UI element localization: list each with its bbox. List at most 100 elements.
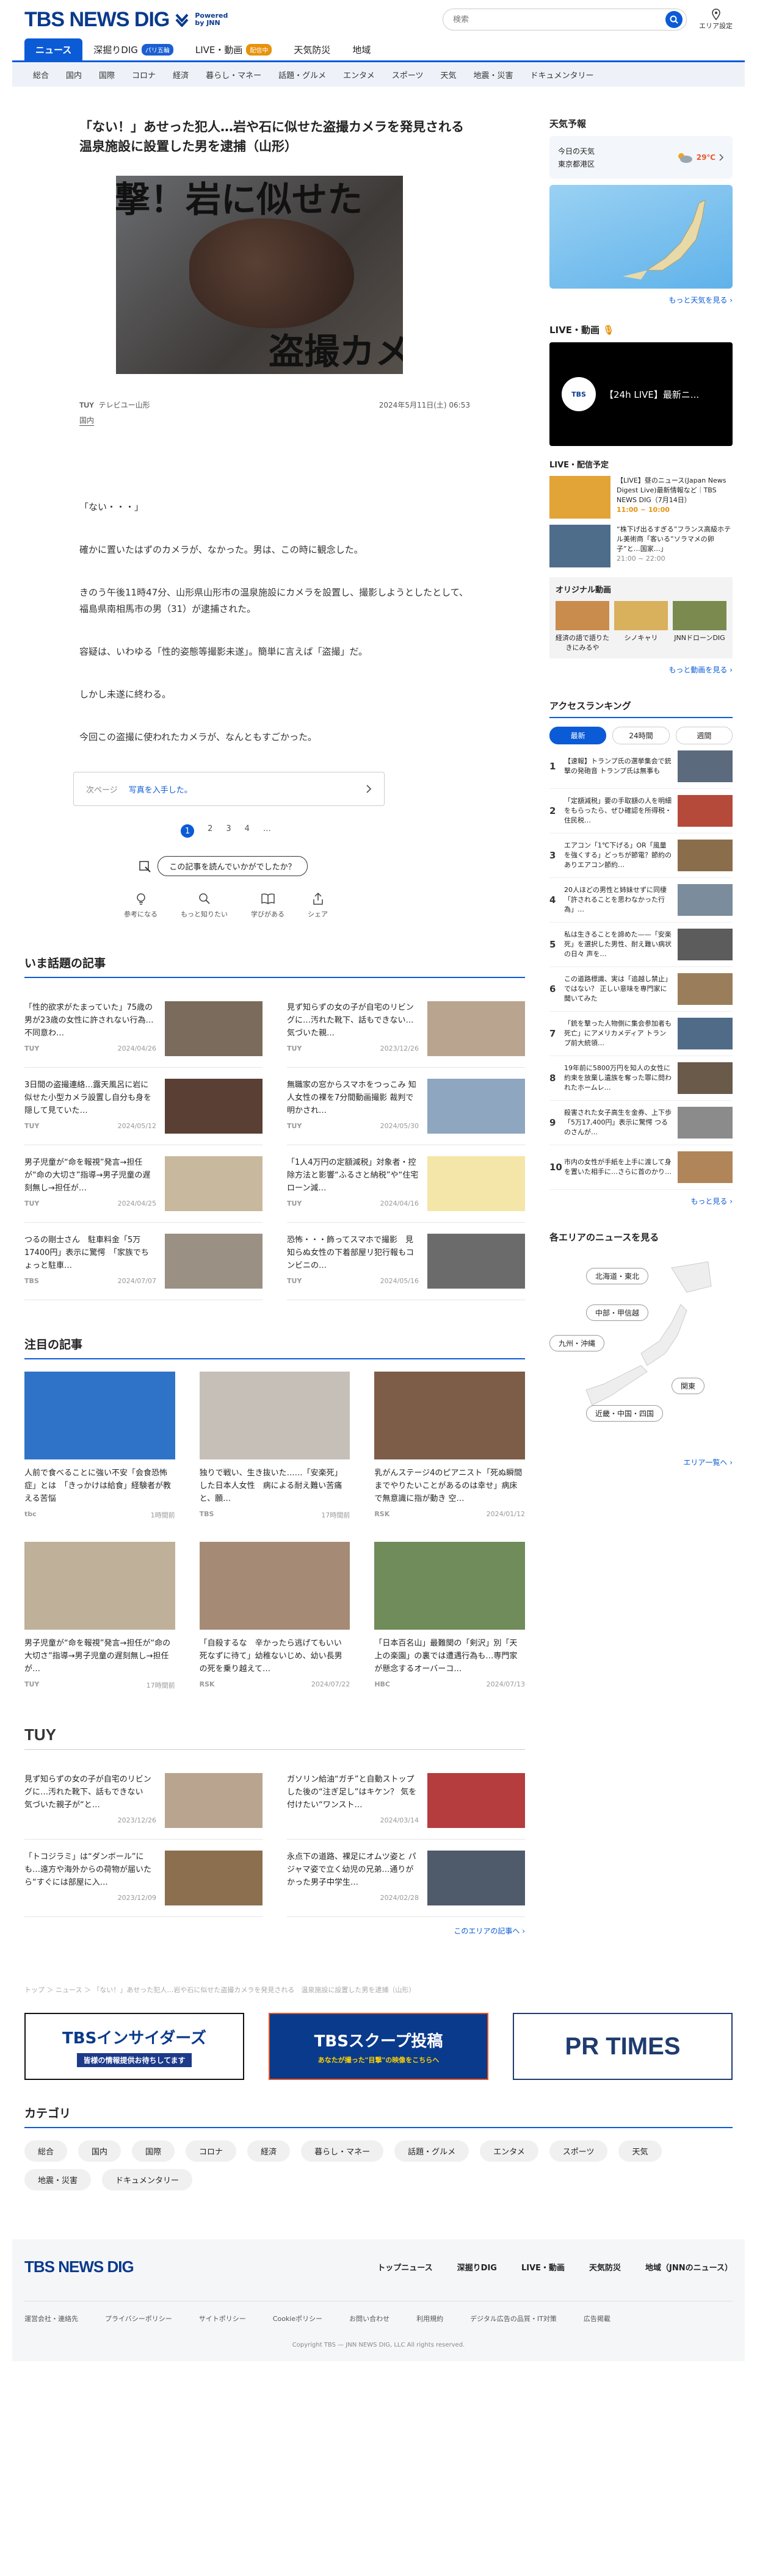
area-hokkaido-tohoku[interactable]: 北海道・東北 <box>586 1268 649 1284</box>
reaction-helpful[interactable]: 参考になる <box>124 892 158 919</box>
featured-card[interactable]: 「自殺するな 辛かったら逃げてもいい 死なずに待て」幼稚ないじめ、幼い長男の死を… <box>199 1542 350 1690</box>
nav-region[interactable]: 地域 <box>341 38 382 62</box>
ad-insiders[interactable]: TBSインサイダーズ 皆様の情報提供お待ちしてます <box>24 2013 244 2080</box>
category-chip[interactable]: 国際 <box>132 2140 175 2162</box>
footer-link[interactable]: 利用規約 <box>416 2314 443 2323</box>
footer-link[interactable]: 広告掲載 <box>584 2314 610 2323</box>
topic-card[interactable]: 3日間の盗撮連絡…露天風呂に岩に似せた小型カメラ設置し自分も身を隠して見ていた…… <box>24 1068 263 1145</box>
live-item[interactable]: 【LIVE】昼のニュース(Japan News Digest Live)最新情報… <box>549 476 733 519</box>
footer-link[interactable]: 運営会社・連絡先 <box>24 2314 78 2323</box>
local-card[interactable]: ガソリン給油“ガチ”と自動ストップした後の“注ぎ足し”はキケン？ 気を付けたい“… <box>287 1762 525 1840</box>
footer-link[interactable]: Cookieポリシー <box>273 2314 322 2323</box>
subnav-item[interactable]: 総合 <box>24 69 57 81</box>
featured-card[interactable]: 乳がんステージ4のピアニスト「死ぬ瞬間までやりたいことがあるのは幸せ」病床で無意… <box>374 1372 525 1520</box>
footer-link[interactable]: プライバシーポリシー <box>105 2314 172 2323</box>
ranking-item[interactable]: 8 19年前に5800万円を知人の女性に約束を放棄し遺族を奪った罪に問われたホーム… <box>549 1056 733 1101</box>
nav-dig[interactable]: 深掘りDIG パリ五輪 <box>82 38 184 62</box>
tab-weekly[interactable]: 週間 <box>675 727 733 744</box>
featured-card[interactable]: 男子児童が“命を報視”発言→担任が“命の大切さ”指導→男子児童の遅刻無し→担任が… <box>24 1542 175 1690</box>
subnav-item[interactable]: ドキュメンタリー <box>522 69 603 81</box>
category-chip[interactable]: ドキュメンタリー <box>102 2169 193 2190</box>
topic-card[interactable]: 無職家の窓からスマホをつっこみ 知人女性の裸を7分間動画撮影 裁判で明かされ… T… <box>287 1068 525 1145</box>
tab-latest[interactable]: 最新 <box>549 727 607 744</box>
breadcrumb[interactable]: トップ ＞ ニュース ＞ 「ない！」あせった犯人…岩や石に似せた盗撮カメラを発見… <box>12 1985 745 1995</box>
subnav-item[interactable]: 暮らし・マネー <box>197 69 270 81</box>
page-2[interactable]: 2 <box>208 824 212 838</box>
ranking-item[interactable]: 3 エアコン「1℃下げる」OR「風量を強くする」どっちが節電？節約のありエアコン節… <box>549 833 733 878</box>
search-input[interactable] <box>453 15 648 24</box>
local-card[interactable]: 見ず知らずの女の子が自宅のリビングに…汚れた靴下、話もできない 気づいた親子が“… <box>24 1762 263 1840</box>
site-logo[interactable]: TBS NEWS DIG Powered by JNN <box>24 8 231 32</box>
location-setting[interactable]: エリア設定 <box>699 9 733 31</box>
original-video-item[interactable]: JNNドローンDIG <box>673 601 726 652</box>
topic-card[interactable]: 「1人4万円の定額減税」対象者・控除方法と影響“ふるさと納税”や“住宅ローン減…… <box>287 1145 525 1223</box>
ranking-item[interactable]: 2 「定額減税」要の手取額の人を明細をもらったら、ぜひ確認を所得税・住民税… <box>549 789 733 833</box>
featured-card[interactable]: 人前で食べることに強い不安「会食恐怖症」とは 「きっかけは給食」経験者が教える苦… <box>24 1372 175 1520</box>
subnav-item[interactable]: 経済 <box>164 69 197 81</box>
featured-card[interactable]: 独りで戦い、生き抜いた……「安楽死」した日本人女性 病による耐え難い苦痛と、願…… <box>199 1372 350 1520</box>
subnav-item[interactable]: スポーツ <box>383 69 432 81</box>
ranking-item[interactable]: 4 20人ほどの男性と姉妹せずに同棲「許されることを思わなかった行為」… <box>549 878 733 923</box>
topic-card[interactable]: 恐怖・・・飾ってスマホで撮影 見知らぬ女性の下着部屋リ犯行報もコンビニの… TUY… <box>287 1223 525 1300</box>
footer-nav-item[interactable]: 天気防災 <box>589 2261 621 2273</box>
area-kanto[interactable]: 関東 <box>672 1378 705 1394</box>
footer-nav-item[interactable]: 深掘りDIG <box>457 2261 497 2273</box>
category-chip[interactable]: エンタメ <box>480 2140 538 2162</box>
live-video-player[interactable]: TBS 【24h LIVE】最新ニ... <box>549 342 733 446</box>
page-3[interactable]: 3 <box>226 824 231 838</box>
reaction-learn[interactable]: 学びがある <box>251 892 284 919</box>
ranking-more-link[interactable]: もっと見る › <box>549 1196 733 1206</box>
topic-card[interactable]: 見ず知らずの女の子が自宅のリビングに…汚れた靴下、話もできない… 気づいた親… T… <box>287 990 525 1068</box>
subnav-item[interactable]: 天気 <box>432 69 465 81</box>
category-chip[interactable]: スポーツ <box>549 2140 608 2162</box>
footer-nav-item[interactable]: 地域（JNNのニュース） <box>645 2261 733 2273</box>
page-1[interactable]: 1 <box>181 824 195 838</box>
ad-scoop[interactable]: TBSスクープ投稿 あなたが撮った"目撃"の映像をこちらへ <box>269 2013 488 2080</box>
category-chip[interactable]: 天気 <box>618 2140 662 2162</box>
weather-more-link[interactable]: もっと天気を見る › <box>549 295 733 305</box>
subnav-item[interactable]: 国内 <box>57 69 90 81</box>
ranking-item[interactable]: 9 殺害された女子高生を金券、上下歩「5万17,400円」表示に驚愕 つるのさんが… <box>549 1101 733 1145</box>
category-chip[interactable]: 暮らし・マネー <box>301 2140 384 2162</box>
topic-card[interactable]: 「性的欲求がたまっていた」75歳の男が23歳の女性に許されない行為…不同意わ… T… <box>24 990 263 1068</box>
weather-map[interactable] <box>549 185 733 289</box>
footer-logo[interactable]: TBS NEWS DIG <box>24 2258 134 2276</box>
live-item[interactable]: “株下げ出るすぎる”フランス高級ホテル美術商「客いる”ソラマメの卵子”と…国家…… <box>549 525 733 567</box>
footer-link[interactable]: デジタル広告の品質・IT対策 <box>470 2314 557 2323</box>
area-kyushu[interactable]: 九州・沖縄 <box>549 1335 605 1351</box>
videos-more-link[interactable]: もっと動画を見る › <box>549 664 733 675</box>
tab-24h[interactable]: 24時間 <box>612 727 670 744</box>
category-chip[interactable]: 国内 <box>78 2140 121 2162</box>
article-category[interactable]: 国内 <box>79 415 95 426</box>
ranking-item[interactable]: 10 市内の女性が手紙を上手に渡して身を置いた相手に…さらに首のかり… <box>549 1145 733 1190</box>
featured-card[interactable]: 「日本百名山」最難関の「剣沢」別「天上の楽園」の裏では遭遇行為も…専門家が懸念す… <box>374 1542 525 1690</box>
original-video-item[interactable]: 経済の語で語りたきにみるや <box>556 601 609 652</box>
weather-widget[interactable]: 今日の天気 東京都港区 29℃ <box>549 136 733 179</box>
footer-nav-item[interactable]: LIVE・動画 <box>521 2261 565 2273</box>
local-card[interactable]: 「トコジラミ」は“ダンボール”にも…遠方や海外からの荷物が届いたら“すぐには部屋… <box>24 1840 263 1917</box>
next-page-button[interactable]: 次ページ 写真を入手した。 <box>73 772 385 806</box>
local-card[interactable]: 永点下の道路、裸足にオムツ姿と パジャマ姿で立く幼児の兄弟…通りがかった男子中学… <box>287 1840 525 1917</box>
footer-nav-item[interactable]: トップニュース <box>377 2261 432 2273</box>
category-chip[interactable]: 地震・災害 <box>24 2169 92 2190</box>
ranking-item[interactable]: 7 「銃を撃った人物側に集会参加者も死亡」にアメリカメディア トランプ前大統領… <box>549 1012 733 1056</box>
subnav-item[interactable]: 地震・災害 <box>465 69 522 81</box>
area-more-link[interactable]: エリア一覧へ › <box>549 1457 733 1467</box>
nav-news[interactable]: ニュース <box>24 38 83 62</box>
category-chip[interactable]: 総合 <box>24 2140 68 2162</box>
category-chip[interactable]: 話題・グルメ <box>394 2140 469 2162</box>
footer-link[interactable]: サイトポリシー <box>199 2314 246 2323</box>
nav-live[interactable]: LIVE・動画 配信中 <box>184 38 283 62</box>
ad-prtimes[interactable]: PR TIMES <box>513 2013 733 2080</box>
topic-card[interactable]: つるの剛士さん 駐車料金「5万17400円」表示に驚愕 「家族でちょっと駐車… T… <box>24 1223 263 1300</box>
subnav-item[interactable]: コロナ <box>123 69 164 81</box>
ranking-item[interactable]: 1 【速報】トランプ氏の選挙集会で銃撃の発砲音 トランプ氏は無事も <box>549 744 733 789</box>
subnav-item[interactable]: 国際 <box>90 69 123 81</box>
reaction-more[interactable]: もっと知りたい <box>181 892 228 919</box>
nav-weather[interactable]: 天気防災 <box>283 38 341 62</box>
ranking-item[interactable]: 5 私は生きることを諦めた——「安楽死」を選択した男性、耐え難い病状の日々 声を… <box>549 923 733 967</box>
footer-link[interactable]: お問い合わせ <box>349 2314 389 2323</box>
area-kinki[interactable]: 近畿・中国・四国 <box>586 1405 664 1422</box>
share-button[interactable]: シェア <box>308 892 328 919</box>
original-video-item[interactable]: シノキャリ <box>614 601 668 652</box>
